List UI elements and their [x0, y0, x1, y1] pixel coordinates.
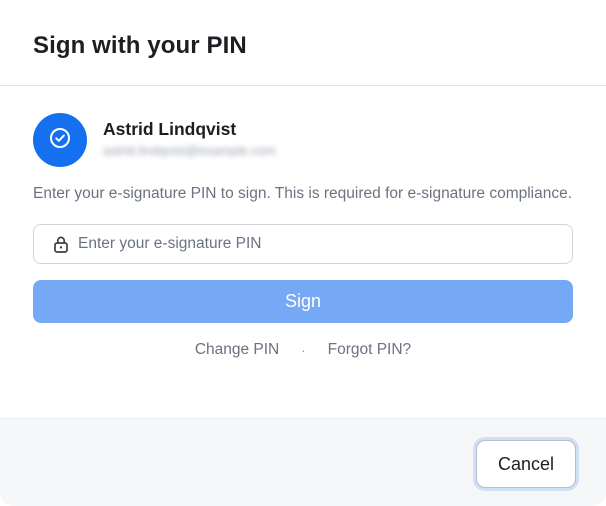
- sign-button[interactable]: Sign: [33, 280, 573, 323]
- signer-info: Astrid Lindqvist astrid.lindqvist@exampl…: [33, 113, 573, 167]
- cancel-button[interactable]: Cancel: [476, 440, 576, 488]
- link-separator: ·: [301, 342, 306, 358]
- dialog-body: Astrid Lindqvist astrid.lindqvist@exampl…: [0, 86, 606, 359]
- signer-email: astrid.lindqvist@example.com: [103, 142, 276, 158]
- forgot-pin-link[interactable]: Forgot PIN?: [328, 341, 412, 359]
- pin-instructions: Enter your e-signature PIN to sign. This…: [33, 185, 573, 202]
- dialog-header: Sign with your PIN: [0, 0, 606, 86]
- pin-field[interactable]: [33, 224, 573, 264]
- lock-icon: [52, 235, 70, 253]
- pin-input[interactable]: [78, 235, 548, 253]
- dialog-title: Sign with your PIN: [33, 32, 247, 59]
- dialog-footer: Cancel: [0, 418, 606, 506]
- avatar: [33, 113, 87, 167]
- check-circle-icon: [48, 126, 72, 155]
- change-pin-link[interactable]: Change PIN: [195, 341, 279, 359]
- signer-details: Astrid Lindqvist astrid.lindqvist@exampl…: [103, 119, 276, 159]
- signer-name: Astrid Lindqvist: [103, 118, 237, 139]
- pin-links: Change PIN · Forgot PIN?: [33, 341, 573, 359]
- sign-with-pin-dialog: Sign with your PIN Astrid Lindqvist astr…: [0, 0, 606, 506]
